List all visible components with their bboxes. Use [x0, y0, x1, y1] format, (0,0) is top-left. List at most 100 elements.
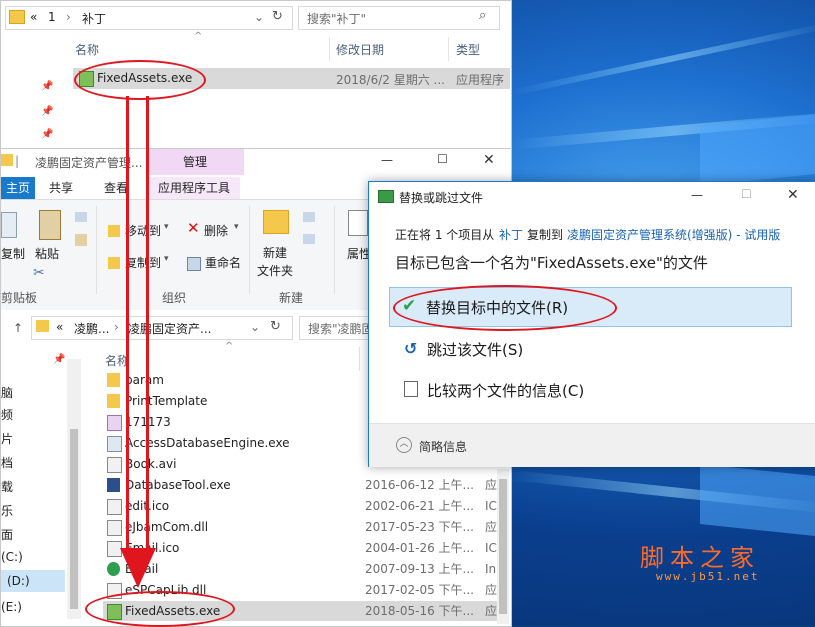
- skip-option[interactable]: ↺ 跳过该文件(S): [389, 332, 790, 366]
- close-button[interactable]: ✕: [483, 152, 495, 168]
- copy-label[interactable]: 复制: [1, 245, 25, 262]
- scissors-icon[interactable]: ✂: [33, 265, 45, 281]
- refresh-icon[interactable]: ↻: [272, 9, 283, 24]
- tab-app-tools[interactable]: 应用程序工具: [148, 177, 240, 199]
- file-row[interactable]: Email 2007-09-13 上午... In: [103, 559, 503, 579]
- search-icon[interactable]: ⌕: [479, 8, 486, 23]
- close-button[interactable]: ✕: [787, 187, 799, 203]
- file-row[interactable]: edit.ico2002-06-21 上午...IC: [103, 496, 503, 516]
- new-folder-label-2[interactable]: 文件夹: [257, 262, 293, 279]
- delete-button[interactable]: 删除: [204, 222, 228, 239]
- dropdown-arrow-icon[interactable]: ▾: [234, 222, 239, 232]
- breadcrumb-1[interactable]: 1: [48, 10, 56, 24]
- file-list-scrollbar[interactable]: [497, 469, 509, 624]
- folder-icon: [107, 373, 120, 387]
- copy-to-icon[interactable]: [108, 257, 120, 269]
- file-row[interactable]: DatabaseTool.exe 2016-06-12 上午... 应: [103, 475, 503, 495]
- chevron-down-icon[interactable]: ⌄: [254, 10, 264, 24]
- column-date[interactable]: 修改日期: [336, 41, 384, 58]
- new-folder-label-1[interactable]: 新建: [263, 244, 287, 261]
- folder-icon: [107, 394, 120, 408]
- breadcrumb-2[interactable]: 凌鹏固定资产...: [128, 320, 211, 337]
- tab-share[interactable]: 共享: [41, 177, 81, 199]
- file-name: eJbamCom.dll: [125, 520, 209, 534]
- file-row[interactable]: Email.ico 2004-01-26 上午... IC: [103, 538, 503, 558]
- refresh-icon[interactable]: ↻: [270, 319, 281, 334]
- breadcrumb-1[interactable]: 凌鹏...: [74, 320, 109, 337]
- dropdown-arrow-icon[interactable]: ▾: [164, 254, 169, 264]
- nav-item-drive-c[interactable]: (C:): [1, 550, 23, 564]
- group-clipboard: 剪贴板: [1, 291, 38, 305]
- delete-icon[interactable]: ✕: [187, 219, 200, 237]
- move-to-icon[interactable]: [108, 225, 120, 237]
- tab-view[interactable]: 查看: [96, 177, 136, 199]
- copy-icon[interactable]: [1, 212, 17, 238]
- file-list-scrollbar-thumb[interactable]: [499, 479, 507, 614]
- minimize-button[interactable]: —: [381, 153, 393, 167]
- skip-label: 跳过该文件(S): [427, 341, 524, 359]
- rename-icon[interactable]: [187, 257, 201, 271]
- nav-item[interactable]: 脑: [1, 384, 13, 401]
- nav-back-crumb[interactable]: «: [56, 320, 63, 334]
- search-box[interactable]: 搜索"补丁" ⌕: [298, 6, 500, 30]
- up-arrow-icon[interactable]: ↑: [13, 321, 23, 335]
- file-row[interactable]: eJbamCom.dll 2017-05-23 下午... 应: [103, 517, 503, 537]
- nav-scrollbar-thumb[interactable]: [70, 429, 78, 609]
- easy-access-icon[interactable]: [303, 234, 315, 244]
- nav-item[interactable]: 片: [1, 430, 13, 447]
- nav-item[interactable]: 乐: [1, 502, 13, 519]
- context-tab-manage[interactable]: 管理: [146, 149, 244, 175]
- nav-scrollbar[interactable]: [67, 359, 81, 619]
- nav-item[interactable]: 面: [1, 526, 13, 543]
- fewer-details-button[interactable]: 简略信息: [419, 438, 467, 455]
- dropdown-arrow-icon[interactable]: ▾: [164, 222, 169, 232]
- folder-icon: [1, 154, 13, 166]
- tab-home[interactable]: 主页: [1, 177, 35, 199]
- file-date: 2017-05-23 下午...: [365, 520, 474, 534]
- nav-item[interactable]: 频: [1, 406, 13, 423]
- nav-item-drive-e[interactable]: (E:): [1, 600, 22, 614]
- light-beam: [510, 21, 815, 96]
- file-type: 应: [485, 583, 498, 597]
- column-divider[interactable]: [359, 347, 360, 371]
- address-bar[interactable]: « 凌鹏... › 凌鹏固定资产... ⌄ ↻: [31, 316, 293, 340]
- address-bar[interactable]: « 1 › 补丁 ⌄ ↻: [5, 6, 293, 30]
- source-link[interactable]: 补丁: [499, 226, 523, 243]
- dll-file-icon: [107, 520, 122, 536]
- nav-item[interactable]: 载: [1, 478, 13, 495]
- file-date: 2017-02-05 下午...: [365, 583, 474, 597]
- new-item-icon[interactable]: [303, 212, 315, 222]
- move-to-button[interactable]: 移动到: [125, 222, 161, 239]
- paste-shortcut-icon[interactable]: [75, 234, 87, 246]
- compare-option[interactable]: 比较两个文件的信息(C): [389, 373, 790, 407]
- maximize-button[interactable]: ☐: [437, 152, 448, 166]
- nav-item[interactable]: 档: [1, 454, 13, 471]
- paste-icon[interactable]: [39, 210, 61, 240]
- column-name[interactable]: 名称: [75, 41, 99, 58]
- nav-item-selected[interactable]: (D:): [1, 570, 65, 592]
- chevron-down-icon[interactable]: ⌄: [250, 320, 260, 334]
- minimize-button[interactable]: —: [691, 188, 703, 202]
- new-folder-icon[interactable]: [263, 210, 289, 234]
- file-date: 2016-06-12 上午...: [365, 478, 474, 492]
- file-name: PrintTemplate: [125, 394, 208, 408]
- rename-button[interactable]: 重命名: [205, 254, 241, 271]
- file-date: 2002-06-21 上午...: [365, 499, 474, 513]
- file-type: 应: [485, 604, 498, 618]
- properties-icon[interactable]: [348, 210, 368, 236]
- annotation-ring-source: [74, 60, 206, 100]
- column-divider[interactable]: [329, 37, 330, 61]
- copy-to-button[interactable]: 复制到: [125, 254, 161, 271]
- file-date: 2007-09-13 上午...: [365, 562, 474, 576]
- destination-link[interactable]: 凌鹏固定资产管理系统(增强版) - 试用版: [567, 226, 780, 243]
- column-divider[interactable]: [448, 37, 449, 61]
- breadcrumb-patch[interactable]: 补丁: [82, 10, 106, 27]
- paste-label[interactable]: 粘贴: [35, 245, 59, 262]
- column-type[interactable]: 类型: [456, 41, 480, 58]
- annotation-ring-target: [85, 591, 235, 627]
- chevron-up-icon[interactable]: ︿: [396, 437, 412, 453]
- nav-back-crumb[interactable]: «: [30, 10, 37, 24]
- file-name: param: [125, 373, 164, 387]
- dialog-icon: [378, 190, 394, 203]
- copy-path-icon[interactable]: [75, 212, 87, 222]
